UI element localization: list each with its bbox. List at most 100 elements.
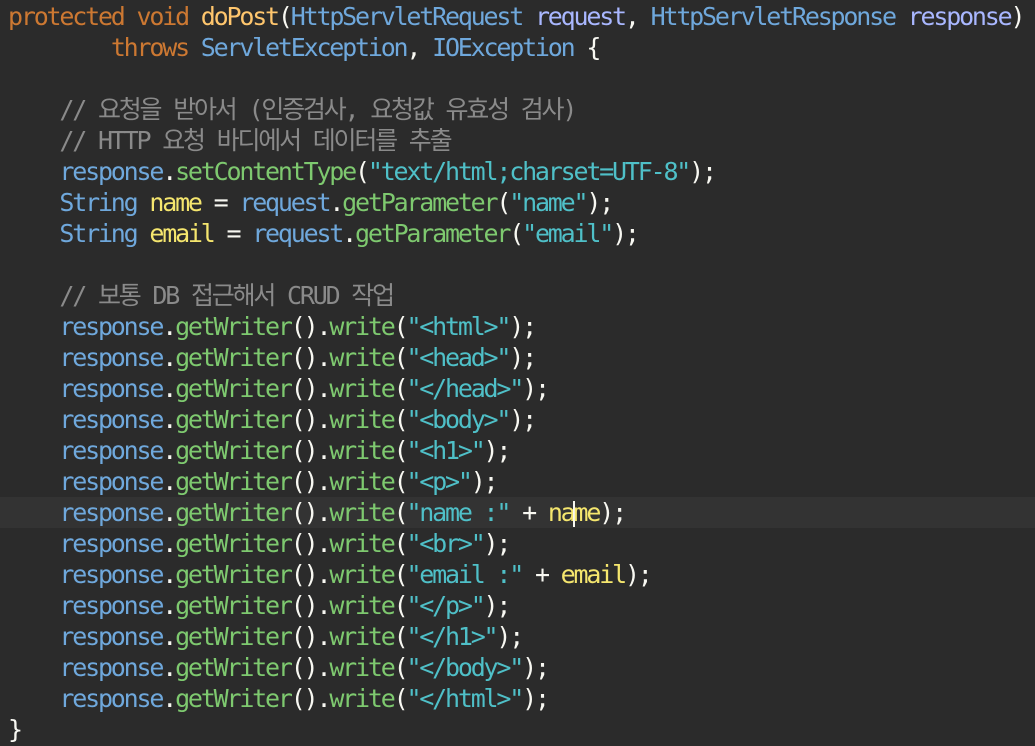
code-line[interactable]: response.getWriter().write("<head>"); <box>0 342 1035 373</box>
code-line[interactable]: throws ServletException, IOException { <box>0 32 1035 63</box>
code-line[interactable]: response.getWriter().write("name :" + na… <box>0 497 1035 528</box>
code-token: , <box>624 2 651 31</box>
code-line[interactable]: protected void doPost(HttpServletRequest… <box>0 1 1035 32</box>
code-token: "<body>" <box>406 405 511 434</box>
code-token: "<br>" <box>406 529 485 558</box>
code-line[interactable]: response.getWriter().write("</h1>"); <box>0 621 1035 652</box>
code-token: ( <box>393 653 409 682</box>
code-token: name <box>149 188 203 217</box>
code-token: ); <box>612 219 640 248</box>
code-token: + <box>509 498 548 527</box>
code-line[interactable]: response.setContentType("text/html;chars… <box>0 156 1035 187</box>
code-line[interactable]: String name = request.getParameter("name… <box>0 187 1035 218</box>
code-token: response <box>59 436 164 465</box>
code-token: (). <box>290 684 332 713</box>
code-token: } <box>8 715 23 744</box>
code-token: ( <box>277 2 293 31</box>
code-line[interactable] <box>0 63 1035 94</box>
code-line[interactable]: String email = request.getParameter("ema… <box>0 218 1035 249</box>
code-line[interactable]: response.getWriter().write("</head>"); <box>0 373 1035 404</box>
code-token: ); <box>624 560 653 589</box>
code-token: response <box>59 467 164 496</box>
code-token: ); <box>599 498 627 527</box>
code-token: + <box>522 560 561 589</box>
code-token: . <box>342 219 357 248</box>
code-line[interactable]: response.getWriter().write("<h1>"); <box>0 435 1035 466</box>
code-token: write <box>329 653 395 682</box>
code-token: "<html>" <box>406 312 511 341</box>
code-token: write <box>329 529 395 558</box>
code-token: (). <box>290 374 332 403</box>
code-token: . <box>162 312 177 341</box>
code-line[interactable]: response.getWriter().write("</body>"); <box>0 652 1035 683</box>
code-line[interactable]: // 보통 DB 접근해서 CRUD 작업 <box>0 280 1035 311</box>
code-token: response <box>59 374 164 403</box>
code-token: (). <box>290 343 332 372</box>
code-token: na <box>547 498 576 527</box>
code-token: (). <box>290 529 332 558</box>
code-token: getWriter <box>175 467 293 496</box>
code-token: getWriter <box>175 498 293 527</box>
code-token: "<head>" <box>406 343 511 372</box>
code-token: ); <box>522 653 550 682</box>
code-token: write <box>329 374 395 403</box>
code-token: ) <box>1010 2 1025 31</box>
code-token: . <box>162 684 177 713</box>
code-line[interactable]: response.getWriter().write("</html>"); <box>0 683 1035 714</box>
code-token: response <box>59 405 164 434</box>
code-token: , <box>406 33 433 62</box>
code-token: (). <box>290 436 332 465</box>
code-line[interactable]: response.getWriter().write("<body>"); <box>0 404 1035 435</box>
code-token: ); <box>470 467 499 496</box>
code-token: response <box>59 591 164 620</box>
code-line[interactable]: response.getWriter().write("<html>"); <box>0 311 1035 342</box>
code-token: IOException <box>432 33 576 62</box>
code-editor[interactable]: protected void doPost(HttpServletRequest… <box>0 0 1035 746</box>
code-line[interactable]: response.getWriter().write("</p>"); <box>0 590 1035 621</box>
code-line[interactable] <box>0 249 1035 280</box>
code-token: response <box>907 2 1013 31</box>
code-line[interactable]: response.getWriter().write("<br>"); <box>0 528 1035 559</box>
code-token: ( <box>393 405 409 434</box>
code-token: ( <box>393 312 409 341</box>
code-line[interactable]: response.getWriter().write("email :" + e… <box>0 559 1035 590</box>
code-token: response <box>59 622 164 651</box>
code-token: . <box>162 405 177 434</box>
code-token: protected <box>8 2 126 31</box>
code-token: ServletException <box>200 33 409 62</box>
code-token: getWriter <box>175 653 293 682</box>
code-line[interactable]: } <box>0 714 1035 745</box>
code-token: "</h1>" <box>406 622 498 651</box>
code-token: throws <box>110 33 190 62</box>
code-token: . <box>162 591 177 620</box>
code-token: email <box>560 560 627 589</box>
code-token: "text/html;charset=UTF-8" <box>367 157 691 186</box>
code-token: getWriter <box>175 312 293 341</box>
code-token: getWriter <box>175 374 293 403</box>
code-token: (). <box>290 560 332 589</box>
code-token: . <box>162 653 177 682</box>
code-line[interactable]: // HTTP 요청 바디에서 데이터를 추출 <box>0 125 1035 156</box>
code-token: (). <box>290 312 332 341</box>
code-line[interactable]: response.getWriter().write("<p>"); <box>0 466 1035 497</box>
code-token: ); <box>586 188 614 217</box>
code-token: "name :" <box>406 498 511 527</box>
code-token: . <box>162 467 177 496</box>
code-token: request <box>534 2 627 31</box>
code-token: email <box>149 219 215 248</box>
code-token: ( <box>393 529 409 558</box>
code-token: response <box>59 684 164 713</box>
code-token: response <box>59 498 164 527</box>
code-line[interactable]: // 요청을 받아서 (인증검사, 요청값 유효성 검사) <box>0 94 1035 125</box>
